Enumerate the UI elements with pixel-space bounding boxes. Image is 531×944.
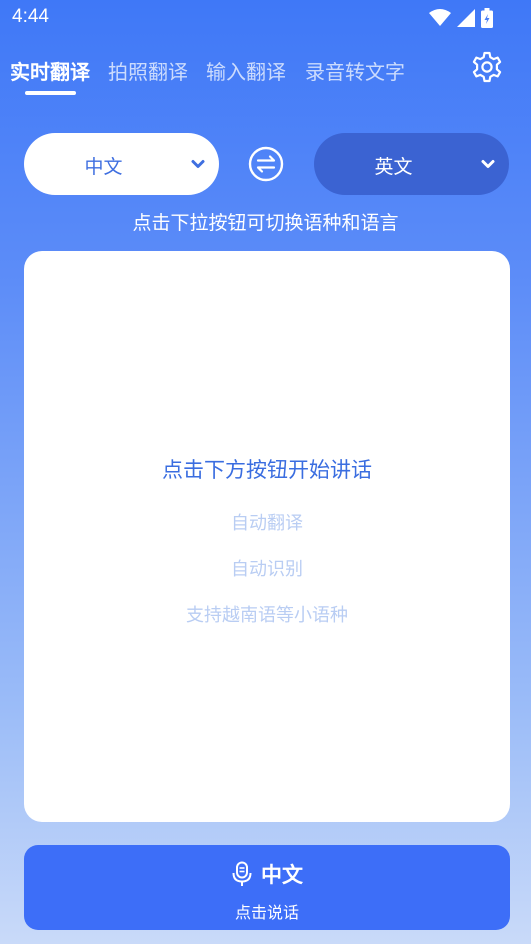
source-language-label: 中文 xyxy=(84,156,123,178)
gear-icon[interactable] xyxy=(470,50,504,84)
status-icons xyxy=(429,8,493,28)
translation-card: 点击下方按钮开始讲话 自动翻译 自动识别 支持越南语等小语种 xyxy=(24,251,510,822)
tab-input-translate[interactable]: 输入翻译 xyxy=(206,56,286,85)
tab-recording-to-text[interactable]: 录音转文字 xyxy=(305,56,405,85)
source-language-dropdown[interactable]: 中文 xyxy=(24,133,219,195)
active-tab-indicator xyxy=(25,91,76,95)
tab-photo-translate[interactable]: 拍照翻译 xyxy=(108,56,188,85)
speak-language-label: 中文 xyxy=(261,863,303,887)
chevron-down-icon xyxy=(191,160,205,168)
status-time: 4:44 xyxy=(12,6,49,27)
feature-minority-languages: 支持越南语等小语种 xyxy=(186,605,348,626)
language-switch-hint: 点击下拉按钮可切换语种和语言 xyxy=(132,212,399,234)
wifi-icon xyxy=(429,9,451,26)
start-speaking-prompt: 点击下方按钮开始讲话 xyxy=(162,458,372,482)
speak-button[interactable]: 中文 点击说话 xyxy=(24,845,510,930)
feature-auto-translate: 自动翻译 xyxy=(231,513,303,534)
signal-icon xyxy=(457,9,475,27)
tab-realtime-translate[interactable]: 实时翻译 xyxy=(10,56,90,85)
speak-button-header: 中文 xyxy=(24,859,510,889)
speak-button-label: 点击说话 xyxy=(234,903,299,922)
feature-auto-recognize: 自动识别 xyxy=(231,559,303,580)
target-language-dropdown[interactable]: 英文 xyxy=(314,133,509,195)
chevron-down-icon xyxy=(481,160,495,168)
target-language-label: 英文 xyxy=(374,156,413,178)
tab-bar: 实时翻译 拍照翻译 输入翻译 录音转文字 xyxy=(0,52,531,102)
status-bar: 4:44 xyxy=(0,0,531,36)
microphone-icon xyxy=(232,861,252,886)
battery-icon xyxy=(481,8,493,28)
swap-languages-icon[interactable] xyxy=(248,146,284,182)
